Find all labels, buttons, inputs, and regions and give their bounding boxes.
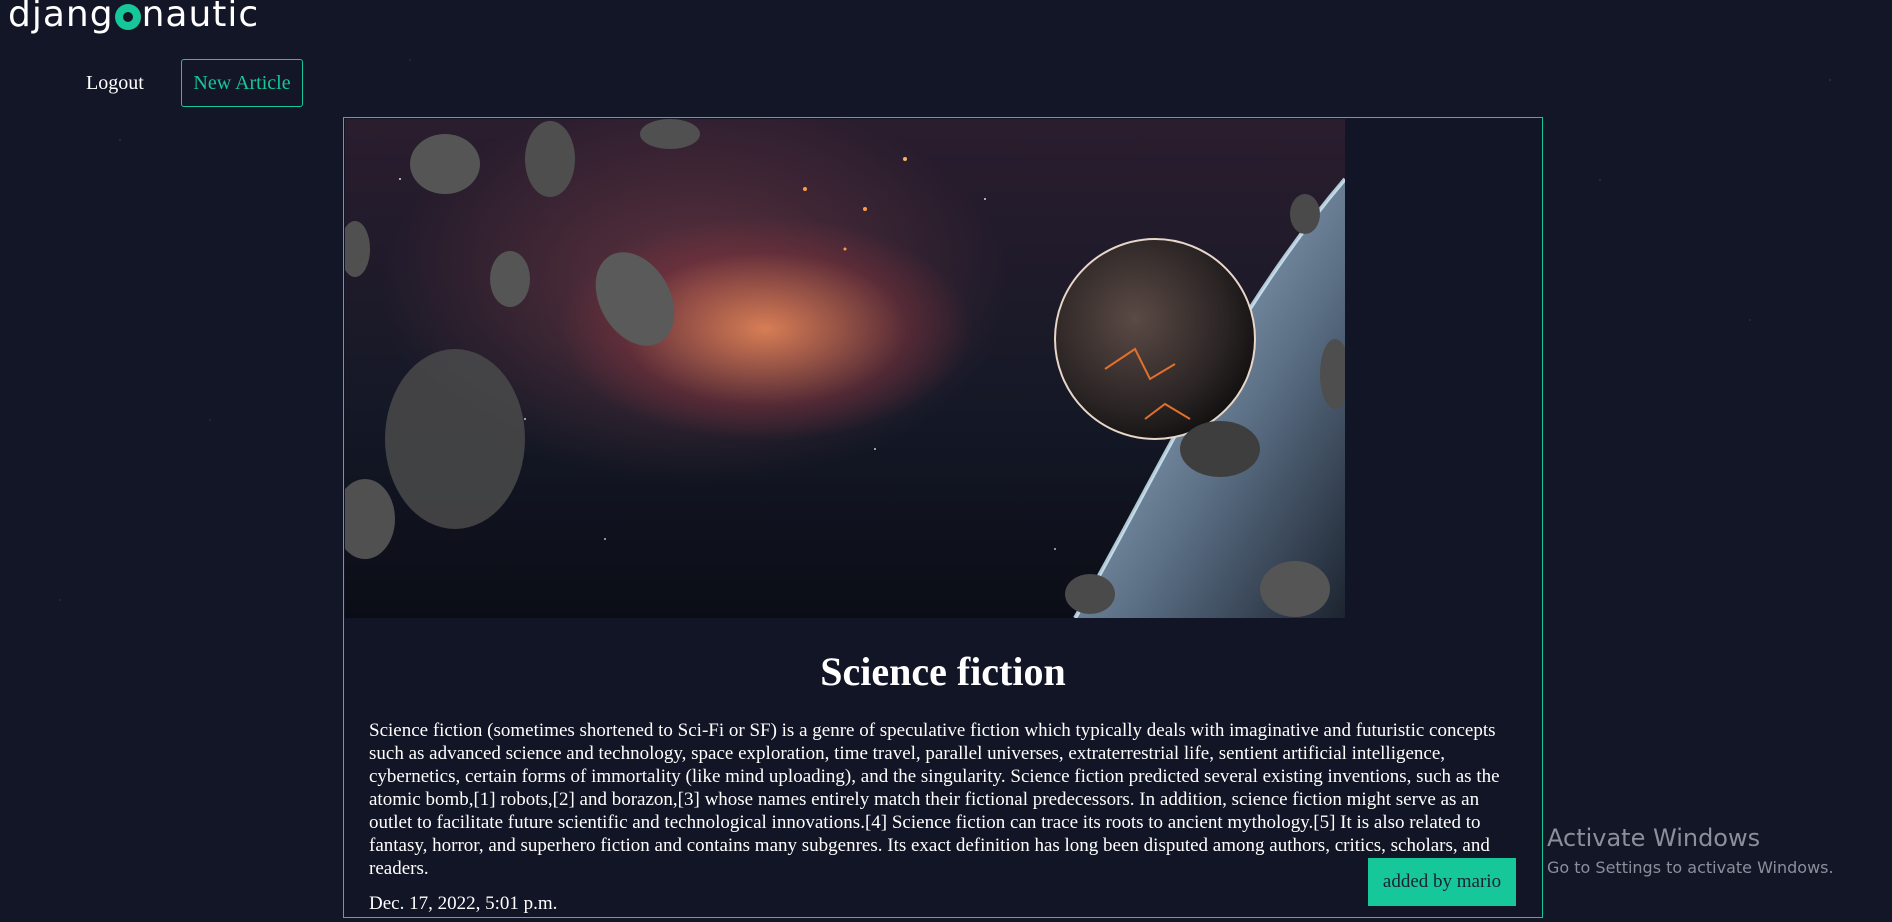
article-body: Science fiction (sometimes shortened to … [369,720,1500,879]
article-card: Science fiction Science fiction (sometim… [343,117,1543,918]
logo-mark-icon [114,3,141,30]
article-date: Dec. 17, 2022, 5:01 p.m. [369,893,558,914]
activate-windows-watermark: Activate Windows Go to Settings to activ… [1547,823,1834,879]
article-title: Science fiction [820,649,1066,694]
watermark-subtitle: Go to Settings to activate Windows. [1547,858,1834,877]
logo-text-right: nautic [141,0,260,35]
author-badge: added by mario [1368,858,1516,906]
site-logo[interactable]: djang nautic [8,0,259,35]
watermark-title: Activate Windows [1547,824,1761,852]
logout-link[interactable]: Logout [86,72,144,95]
new-article-button[interactable]: New Article [181,59,303,107]
space-scene-illustration [345,119,1345,618]
logo-text-left: djang [8,0,114,35]
article-image [345,119,1345,618]
